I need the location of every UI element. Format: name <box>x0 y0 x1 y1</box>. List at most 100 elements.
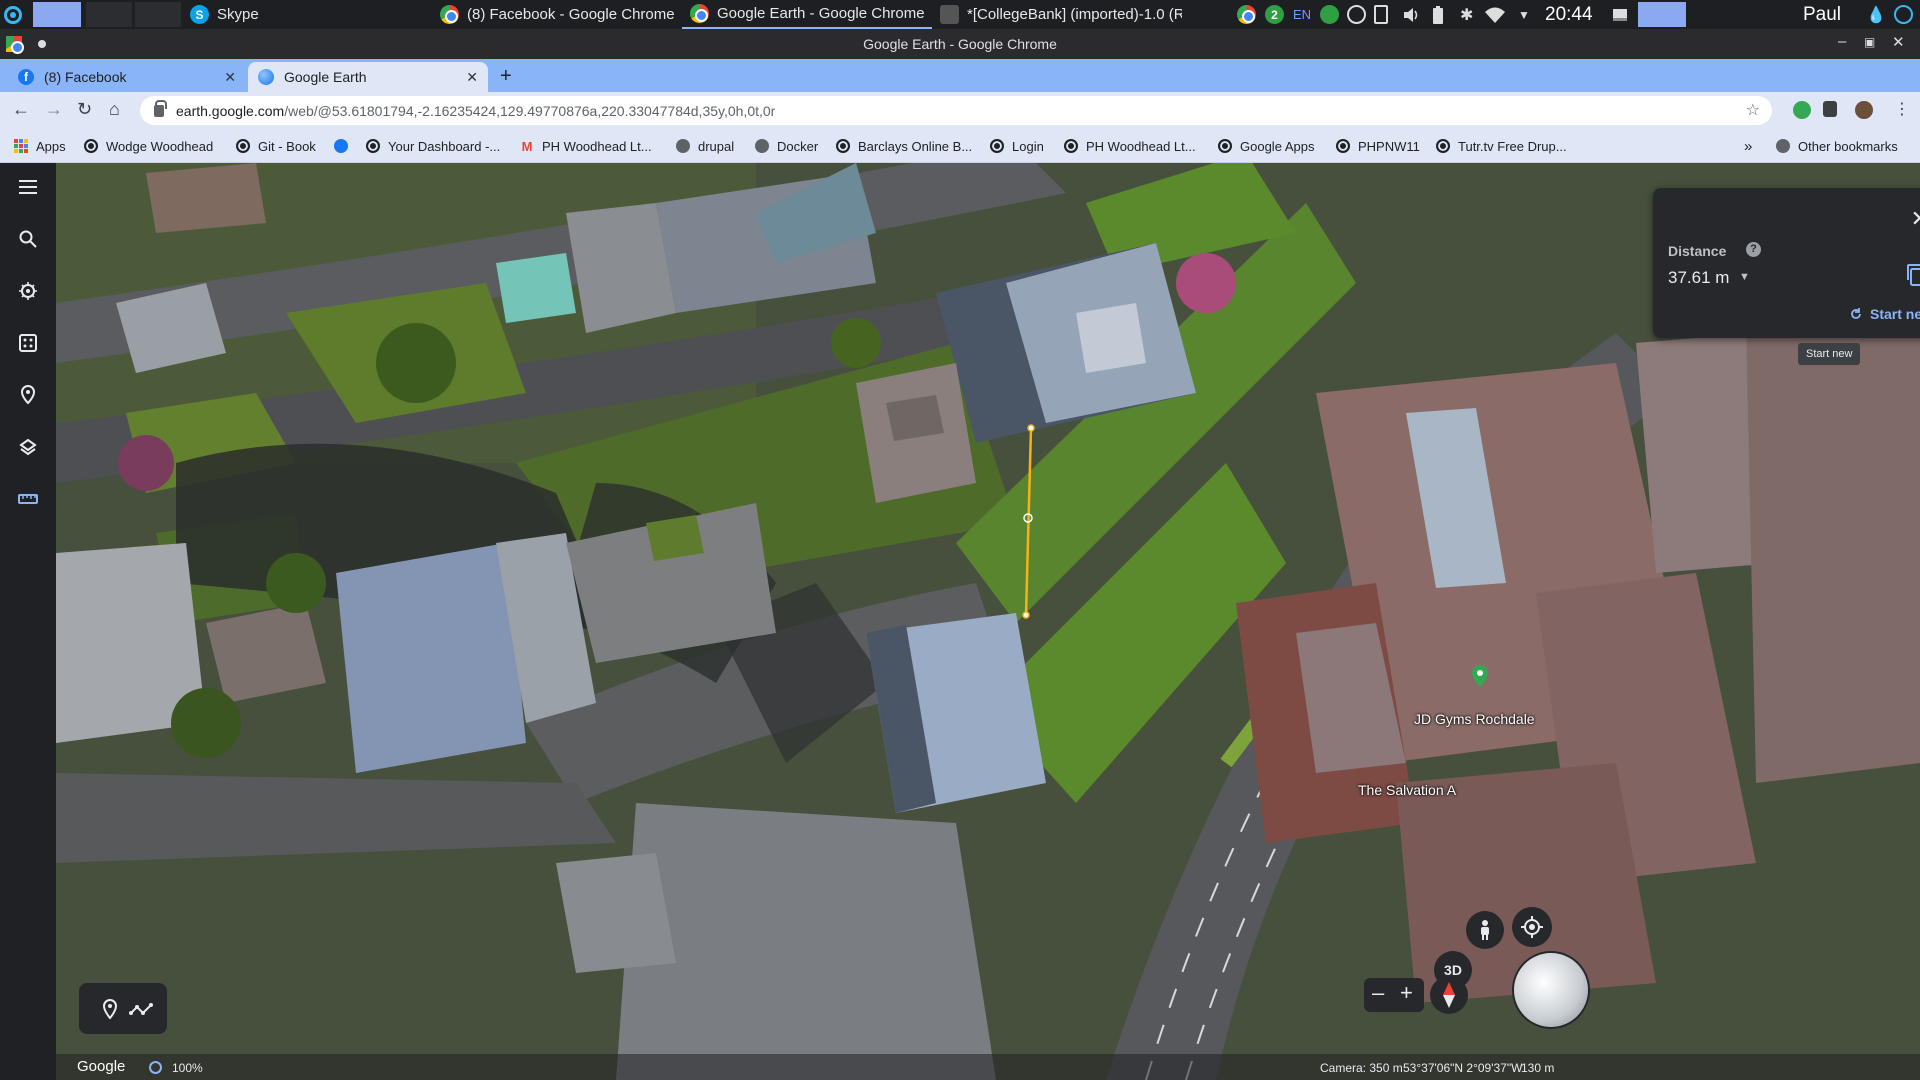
bookmark-label: Wodge Woodhead <box>106 138 214 154</box>
unit-dropdown-icon[interactable]: ▼ <box>1739 271 1750 283</box>
notes-icon[interactable] <box>1612 0 1628 29</box>
home-icon[interactable]: ⌂ <box>109 99 120 120</box>
bookmark-label: Other bookmarks <box>1798 138 1898 154</box>
bookmark-star-icon[interactable]: ☆ <box>1746 100 1760 120</box>
close-tab-icon[interactable]: ✕ <box>224 69 236 86</box>
taskbar-item-label: (8) Facebook - Google Chrome <box>467 6 675 23</box>
bookmarks-bar: Apps Wodge Woodhead Git - Book Your Dash… <box>0 129 1920 163</box>
power-icon[interactable] <box>1894 5 1913 24</box>
bookmark-label: Git - Book <box>258 138 316 154</box>
wifi-icon[interactable] <box>1484 0 1506 29</box>
bookmark-login[interactable]: Login <box>990 136 1044 156</box>
zoom-out-icon[interactable]: – <box>1372 980 1384 1006</box>
bookmark-phpnw11[interactable]: PHPNW11 <box>1336 136 1420 156</box>
clipboard-icon[interactable] <box>1374 5 1388 24</box>
other-bookmarks[interactable]: Other bookmarks <box>1776 136 1898 156</box>
bookmark-label: Tutr.tv Free Drup... <box>1458 138 1567 154</box>
google-earth-icon <box>258 69 274 85</box>
more-menu-icon[interactable]: ⋮ <box>1894 99 1910 119</box>
bookmark-apps[interactable]: Apps <box>14 136 66 156</box>
bookmark-ph-woodhead-gmail[interactable]: M PH Woodhead Lt... <box>520 136 652 156</box>
tab-facebook[interactable]: f (8) Facebook ✕ <box>8 62 246 92</box>
workspace-2[interactable] <box>86 2 132 27</box>
globe-view-icon[interactable] <box>1514 953 1588 1027</box>
forward-icon[interactable]: → <box>45 99 63 120</box>
bookmark-tutr-tv[interactable]: Tutr.tv Free Drup... <box>1436 136 1567 156</box>
map-scale[interactable]: 130 m <box>1521 1061 1554 1075</box>
drop-icon[interactable]: 💧 <box>1866 0 1886 29</box>
projects-pin-icon[interactable] <box>14 381 42 409</box>
bookmark-folder-drupal[interactable]: drupal <box>676 136 734 156</box>
place-marker-icon[interactable] <box>98 997 122 1021</box>
tray-expand-icon[interactable]: ▼ <box>1518 0 1530 29</box>
street-view-pegman-icon[interactable] <box>1466 911 1504 949</box>
satellite-map-view[interactable]: JD Gyms Rochdale The Salvation A ✕ Dista… <box>56 163 1920 1080</box>
bookmark-folder-docker[interactable]: Docker <box>755 136 818 156</box>
bookmark-git-book[interactable]: Git - Book <box>236 136 316 156</box>
google-logo: Google <box>77 1058 126 1075</box>
user-name[interactable]: Paul <box>1803 0 1841 29</box>
menu-icon[interactable] <box>14 173 42 201</box>
url-input[interactable]: earth.google.com/web/@53.61801794,-2.162… <box>140 96 1772 125</box>
taskbar-item-skype[interactable]: S Skype <box>182 0 432 29</box>
bookmark-wodge-woodhead[interactable]: Wodge Woodhead <box>84 136 213 156</box>
voyager-icon[interactable] <box>14 277 42 305</box>
map-style-layers-icon[interactable] <box>14 433 42 461</box>
zoom-controls: – + <box>1364 978 1424 1012</box>
bookmark-label: PH Woodhead Lt... <box>542 138 652 154</box>
extensions-puzzle-icon[interactable] <box>1823 101 1837 117</box>
taskbar-item-gnucash[interactable]: *[CollegeBank] (imported)-1.0 (R... <box>932 0 1182 29</box>
copy-icon[interactable] <box>1905 263 1920 287</box>
bookmark-google-apps[interactable]: Google Apps <box>1218 136 1314 156</box>
start-new-button[interactable]: Start new <box>1849 306 1920 322</box>
measure-ruler-icon[interactable] <box>14 485 42 513</box>
bluetooth-icon[interactable]: ✱ <box>1460 0 1473 29</box>
loading-ring-icon <box>149 1061 162 1074</box>
my-location-icon[interactable] <box>1512 907 1552 947</box>
taskbar-item-label: *[CollegeBank] (imported)-1.0 (R... <box>967 6 1182 23</box>
bookmark-barclays[interactable]: Barclays Online B... <box>836 136 972 156</box>
compass-icon[interactable] <box>1430 976 1468 1014</box>
bookmark-facebook[interactable] <box>334 136 356 156</box>
os-menu-icon[interactable] <box>4 0 26 29</box>
tab-google-earth[interactable]: Google Earth ✕ <box>248 62 488 92</box>
feeling-lucky-icon[interactable] <box>14 329 42 357</box>
zoom-in-icon[interactable]: + <box>1400 980 1413 1006</box>
sync-icon[interactable] <box>1347 5 1366 24</box>
new-tab-button[interactable]: + <box>500 65 512 88</box>
globe-icon <box>990 139 1004 153</box>
place-label-jd-gyms[interactable]: JD Gyms Rochdale <box>1414 711 1535 727</box>
close-window-icon[interactable]: ✕ <box>1892 33 1905 51</box>
extension-evernote-icon[interactable] <box>1793 101 1811 119</box>
reload-icon[interactable]: ↻ <box>77 99 92 120</box>
bookmark-ph-woodhead[interactable]: PH Woodhead Lt... <box>1064 136 1196 156</box>
clock[interactable]: 20:44 <box>1545 0 1593 29</box>
satellite-imagery[interactable] <box>56 163 1920 1080</box>
lock-icon[interactable] <box>154 99 167 117</box>
close-icon[interactable]: ✕ <box>1911 206 1920 232</box>
search-icon[interactable] <box>14 225 42 253</box>
close-tab-icon[interactable]: ✕ <box>466 69 478 86</box>
battery-icon[interactable] <box>1432 0 1444 29</box>
bookmark-your-dashboard[interactable]: Your Dashboard -... <box>366 136 500 156</box>
taskbar-item-facebook-chrome[interactable]: (8) Facebook - Google Chrome <box>432 0 682 29</box>
chrome-tray-icon[interactable] <box>1237 5 1256 24</box>
workspace-1[interactable] <box>33 2 81 27</box>
taskbar-item-earth-chrome[interactable]: Google Earth - Google Chrome <box>682 0 932 29</box>
bookmarks-overflow-button[interactable]: » <box>1744 136 1752 156</box>
show-desktop-button[interactable] <box>1638 2 1686 27</box>
check-icon[interactable] <box>1320 5 1339 24</box>
minimize-icon[interactable]: – <box>1838 33 1846 50</box>
draw-line-icon[interactable] <box>129 997 153 1021</box>
maximize-icon[interactable]: ▣ <box>1864 35 1875 49</box>
notification-badge[interactable]: 2 <box>1265 5 1284 24</box>
back-icon[interactable]: ← <box>12 99 30 120</box>
workspace-3[interactable] <box>135 2 181 27</box>
keyboard-layout[interactable]: EN <box>1293 0 1311 29</box>
place-label-salvation-army[interactable]: The Salvation A <box>1358 782 1456 798</box>
help-icon[interactable]: ? <box>1746 242 1761 257</box>
chrome-icon <box>690 4 709 23</box>
profile-avatar[interactable] <box>1855 101 1873 119</box>
volume-icon[interactable] <box>1402 0 1420 29</box>
earth-status-bar: Google 100% Camera: 350 m 53°37'06"N 2°0… <box>56 1054 1920 1080</box>
